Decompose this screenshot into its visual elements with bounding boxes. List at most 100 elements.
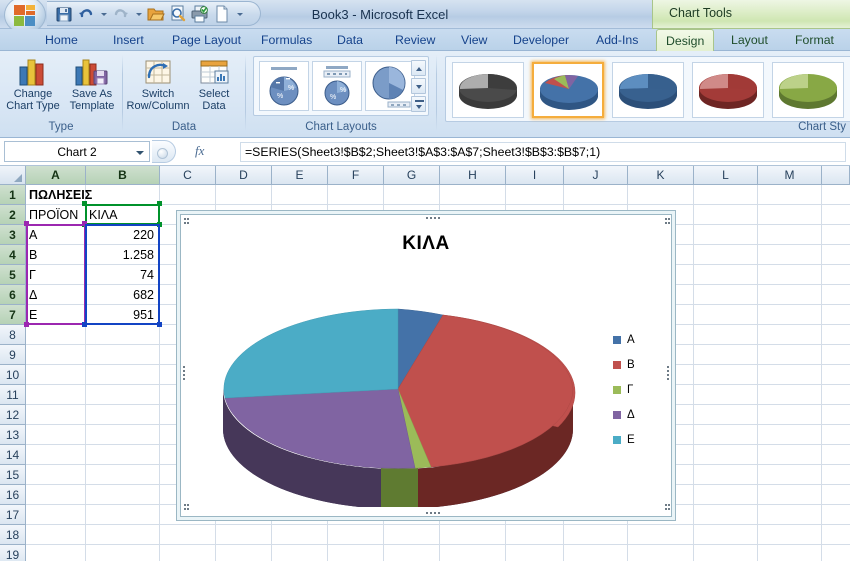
pie-chart-plot[interactable] [203, 267, 633, 507]
row-header-12[interactable]: 12 [0, 405, 26, 425]
chart-style-item-5[interactable] [772, 62, 844, 118]
row-header-16[interactable]: 16 [0, 485, 26, 505]
row-header-11[interactable]: 11 [0, 385, 26, 405]
chart-handle-top-right[interactable] [664, 217, 670, 228]
legend-item-Gamma[interactable]: Γ [613, 377, 657, 402]
quick-access-toolbar[interactable] [47, 1, 261, 26]
change-chart-type-button[interactable]: Change Chart Type [3, 54, 63, 116]
row-header-1[interactable]: 1 [0, 185, 26, 205]
name-box-dropdown-icon[interactable] [136, 151, 144, 155]
chart-style-item-4[interactable] [692, 62, 764, 118]
insert-function-icon[interactable]: fx [195, 143, 204, 159]
chart-title[interactable]: ΚΙΛΑ [181, 233, 671, 255]
switch-row-column-button[interactable]: Switch Row/Column [127, 54, 189, 116]
select-data-button[interactable]: Select Data [184, 54, 244, 116]
formula-input[interactable]: =SERIES(Sheet3!$B$2;Sheet3!$A$3:$A$7;She… [240, 142, 846, 162]
tab-page-layout[interactable]: Page Layout [163, 29, 250, 51]
chart-layouts-scroll[interactable] [411, 60, 426, 112]
row-header-15[interactable]: 15 [0, 465, 26, 485]
row-header-5[interactable]: 5 [0, 265, 26, 285]
tab-home[interactable]: Home [36, 29, 87, 51]
chart-style-item-2-selected[interactable] [532, 62, 604, 118]
select-all-button[interactable] [0, 166, 26, 185]
column-header-J[interactable]: J [564, 166, 628, 185]
print-preview-icon[interactable] [169, 5, 187, 23]
redo-icon[interactable] [112, 5, 130, 23]
column-header-A[interactable]: A [26, 166, 86, 185]
formula-bar-expand-button[interactable] [152, 140, 176, 163]
chart-handle-top-left[interactable] [183, 217, 189, 228]
tab-data[interactable]: Data [328, 29, 372, 51]
chart-styles-gallery[interactable] [445, 56, 850, 122]
cell-B3[interactable]: 220 [86, 225, 159, 245]
tab-add-ins[interactable]: Add-Ins [587, 29, 647, 51]
column-header-I[interactable]: I [506, 166, 564, 185]
open-icon[interactable] [147, 5, 165, 23]
redo-dropdown-icon[interactable] [134, 6, 143, 22]
row-header-6[interactable]: 6 [0, 285, 26, 305]
cell-B5[interactable]: 74 [86, 265, 159, 285]
row-header-4[interactable]: 4 [0, 245, 26, 265]
column-header-B[interactable]: B [86, 166, 160, 185]
new-icon[interactable] [213, 5, 231, 23]
save-as-template-button[interactable]: Save As Template [62, 54, 122, 116]
column-header-M[interactable]: M [758, 166, 822, 185]
legend-item-A[interactable]: Α [613, 327, 657, 352]
tab-insert[interactable]: Insert [104, 29, 153, 51]
column-header-H[interactable]: H [440, 166, 506, 185]
chart-style-item-3[interactable] [612, 62, 684, 118]
row-header-17[interactable]: 17 [0, 505, 26, 525]
row-header-9[interactable]: 9 [0, 345, 26, 365]
row-header-19[interactable]: 19 [0, 545, 26, 561]
row-header-2[interactable]: 2 [0, 205, 26, 225]
chart-layouts-scroll-down-button[interactable] [411, 78, 426, 94]
undo-dropdown-icon[interactable] [99, 6, 108, 22]
chart-handle-middle-right[interactable] [666, 365, 670, 380]
chart-layouts-gallery[interactable]: % % % % [253, 56, 429, 116]
row-header-8[interactable]: 8 [0, 325, 26, 345]
chart-legend[interactable]: Α Β Γ Δ Ε [613, 327, 657, 452]
row-header-10[interactable]: 10 [0, 365, 26, 385]
name-box[interactable]: Chart 2 [4, 141, 150, 162]
tab-review[interactable]: Review [386, 29, 444, 51]
row-header-3[interactable]: 3 [0, 225, 26, 245]
chart-handle-bottom-center[interactable] [426, 511, 440, 515]
save-icon[interactable] [55, 5, 73, 23]
tab-layout[interactable]: Layout [722, 29, 777, 51]
column-header-N-partial[interactable] [822, 166, 850, 185]
row-header-14[interactable]: 14 [0, 445, 26, 465]
customize-qat-icon[interactable] [235, 6, 244, 22]
chart-layout-item-3[interactable] [365, 61, 415, 111]
column-header-K[interactable]: K [628, 166, 694, 185]
tab-formulas[interactable]: Formulas [252, 29, 321, 51]
undo-icon[interactable] [77, 5, 95, 23]
cell-A6[interactable]: Δ [26, 285, 85, 305]
row-header-13[interactable]: 13 [0, 425, 26, 445]
chart-layout-item-2[interactable]: % % [312, 61, 362, 111]
tab-design[interactable]: Design [656, 29, 715, 52]
cell-A5[interactable]: Γ [26, 265, 85, 285]
tab-format[interactable]: Format [786, 29, 843, 51]
cell-B4[interactable]: 1.258 [86, 245, 159, 265]
column-header-F[interactable]: F [328, 166, 384, 185]
chart-style-item-1[interactable] [452, 62, 524, 118]
legend-item-Epsilon[interactable]: Ε [613, 427, 657, 452]
cell-A2[interactable]: ΠΡΟΪΟΝ [26, 205, 85, 225]
cell-A4[interactable]: Β [26, 245, 85, 265]
column-header-L[interactable]: L [694, 166, 758, 185]
legend-item-B[interactable]: Β [613, 352, 657, 377]
row-header-18[interactable]: 18 [0, 525, 26, 545]
column-header-G[interactable]: G [384, 166, 440, 185]
chart-handle-top-center[interactable] [426, 216, 440, 220]
cell-B2[interactable]: ΚΙΛΑ [86, 205, 159, 225]
column-header-C[interactable]: C [160, 166, 216, 185]
chart-handle-bottom-right[interactable] [664, 503, 670, 514]
column-header-D[interactable]: D [216, 166, 272, 185]
chart-handle-bottom-left[interactable] [183, 503, 189, 514]
print-icon[interactable] [191, 5, 209, 23]
chart-layout-item-1[interactable]: % % [259, 61, 309, 111]
cell-A3[interactable]: Α [26, 225, 85, 245]
tab-view[interactable]: View [452, 29, 496, 51]
chart-layouts-scroll-up-button[interactable] [411, 60, 426, 76]
chart-handle-middle-left[interactable] [182, 365, 186, 380]
